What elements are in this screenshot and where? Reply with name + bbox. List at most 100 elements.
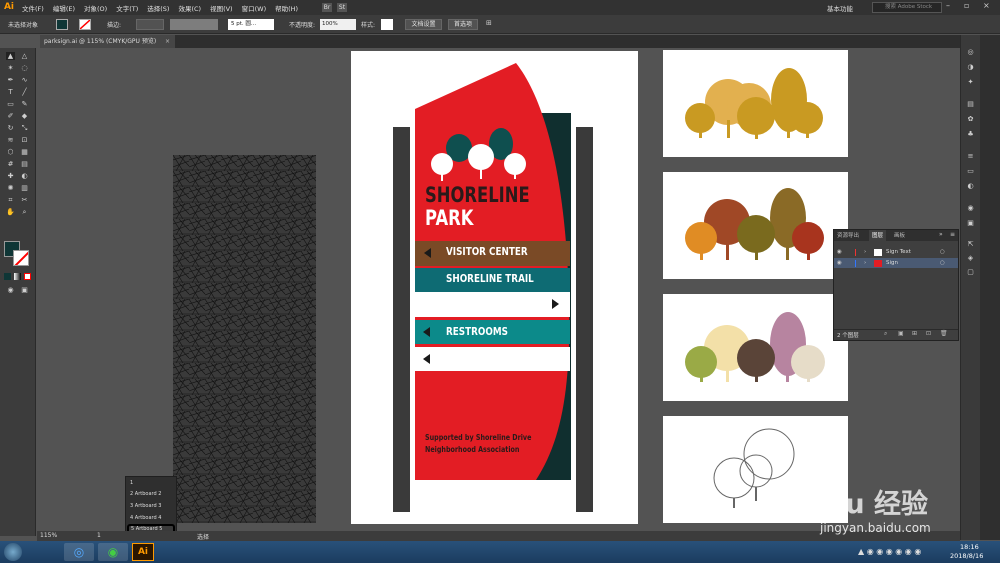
brushes-icon[interactable]: ✿ [965, 116, 976, 123]
eyedropper-icon[interactable]: ✚ [6, 172, 15, 180]
selection-tool-icon[interactable]: ▲ [6, 52, 15, 60]
eraser-icon[interactable]: ◆ [20, 112, 29, 120]
gradient-mode-icon[interactable] [14, 273, 21, 280]
stock-search-input[interactable]: 搜索 Adobe Stock [872, 2, 942, 13]
menu-type[interactable]: 文字(T) [116, 3, 138, 13]
canvas[interactable]: SHORELINE PARK VISITOR CENTER SHORELINE … [37, 48, 960, 536]
slice-tool-icon[interactable]: ✂ [20, 196, 29, 204]
draw-mode-icon[interactable]: ◉ [6, 286, 15, 294]
illustrator-taskbar-icon[interactable]: Ai [132, 543, 154, 561]
app-taskbar-icon[interactable]: ◉ [98, 543, 128, 561]
layer-name[interactable]: Sign [886, 258, 898, 268]
perspective-grid-icon[interactable]: ▦ [20, 148, 29, 156]
image-trace-icon[interactable]: ▤ [965, 101, 976, 108]
color-mode-icon[interactable] [4, 273, 11, 280]
libraries-icon[interactable]: ◎ [965, 49, 976, 56]
menu-view[interactable]: 视图(V) [210, 3, 233, 13]
symbols-icon[interactable]: ♣ [965, 131, 976, 138]
menu-object[interactable]: 对象(O) [84, 3, 107, 13]
expand-chevron-icon[interactable]: › [864, 258, 866, 268]
menu-effect[interactable]: 效果(C) [178, 3, 201, 13]
browser-taskbar-icon[interactable]: ◎ [64, 543, 94, 561]
tray-icons[interactable]: ▲ ◉ ◉ ◉ ◉ ◉ ◉ [858, 547, 921, 556]
gradient-icon[interactable]: ▭ [965, 168, 976, 175]
close-icon[interactable]: × [983, 1, 990, 10]
rotate-tool-icon[interactable]: ↻ [6, 124, 15, 132]
expand-chevron-icon[interactable]: › [864, 247, 866, 257]
artboard-tool-icon[interactable]: ⌗ [6, 196, 15, 204]
layer-row-sign-text[interactable]: ◉ › Sign Text ○ [834, 247, 958, 257]
menu-window[interactable]: 窗口(W) [242, 3, 267, 13]
layer-row-sign[interactable]: ◉ › Sign ○ [834, 258, 958, 268]
gradient-tool-icon[interactable]: ▤ [20, 160, 29, 168]
tab-artboards[interactable]: 画板 [894, 231, 905, 239]
lasso-icon[interactable]: ◌ [20, 64, 29, 72]
rectangle-tool-icon[interactable]: ▭ [6, 100, 15, 108]
none-mode-icon[interactable] [24, 273, 31, 280]
menu-edit[interactable]: 编辑(E) [53, 3, 75, 13]
brush-definition-select[interactable]: 5 pt. 圆... [228, 19, 274, 30]
graphic-style-swatch[interactable] [381, 19, 393, 30]
artboard-trees-autumn[interactable] [663, 172, 848, 279]
curvature-tool-icon[interactable]: ∿ [20, 76, 29, 84]
stroke-icon[interactable]: ≡ [965, 153, 976, 160]
target-circle-icon[interactable]: ○ [940, 247, 945, 257]
arrange-icon[interactable]: ⊞ [486, 19, 492, 27]
workspace-switcher[interactable]: 基本功能 [827, 3, 853, 13]
artboard-option[interactable]: 3 Artboard 3 [130, 503, 161, 509]
transparency-icon[interactable]: ◐ [965, 183, 976, 190]
variable-width-profile[interactable] [170, 19, 218, 30]
stroke-weight-field[interactable] [136, 19, 164, 30]
tab-asset-export[interactable]: 资源导出 [837, 231, 859, 239]
paintbrush-icon[interactable]: ✎ [20, 100, 29, 108]
artboard-trees-pastel[interactable] [663, 294, 848, 401]
tab-layers[interactable]: 图层 [869, 230, 887, 241]
artboard-number[interactable]: 1 [97, 532, 101, 539]
layers-icon[interactable]: ◈ [965, 255, 976, 262]
shape-builder-icon[interactable]: ⬡ [6, 148, 15, 156]
panel-menu-icon[interactable]: ≡ [950, 231, 955, 238]
graph-tool-icon[interactable]: ▥ [20, 184, 29, 192]
delete-layer-icon[interactable]: 🗑 [940, 330, 948, 337]
artboard-trees-gold[interactable] [663, 50, 848, 157]
menu-file[interactable]: 文件(F) [22, 3, 44, 13]
free-transform-icon[interactable]: ⊡ [20, 136, 29, 144]
blend-tool-icon[interactable]: ◐ [20, 172, 29, 180]
maximize-icon[interactable]: ▫ [964, 1, 969, 10]
artboard-sign[interactable]: SHORELINE PARK VISITOR CENTER SHORELINE … [351, 51, 638, 524]
zoom-tool-icon[interactable]: ⌕ [20, 208, 29, 216]
visibility-eye-icon[interactable]: ◉ [837, 258, 842, 268]
menu-help[interactable]: 帮助(H) [275, 3, 298, 13]
stroke-swatch[interactable] [79, 19, 91, 30]
scale-tool-icon[interactable]: ⤡ [20, 124, 29, 132]
menu-select[interactable]: 选择(S) [147, 3, 169, 13]
symbol-sprayer-icon[interactable]: ✺ [6, 184, 15, 192]
screen-mode-icon[interactable]: ▣ [20, 286, 29, 294]
mesh-tool-icon[interactable]: # [6, 160, 15, 168]
target-circle-icon[interactable]: ○ [940, 258, 945, 268]
document-setup-button[interactable]: 文档设置 [405, 19, 442, 30]
bridge-button[interactable]: Br [322, 3, 332, 12]
new-sublayer-icon[interactable]: ⊞ [912, 330, 917, 337]
color-icon[interactable]: ◑ [965, 64, 976, 71]
minimize-icon[interactable]: – [946, 1, 950, 10]
panel-collapse-icon[interactable]: » [939, 231, 943, 238]
direct-selection-tool-icon[interactable]: △ [20, 52, 29, 60]
stroke-color-box[interactable] [13, 250, 29, 266]
appearance-icon[interactable]: ◉ [965, 205, 976, 212]
close-tab-icon[interactable]: × [165, 35, 170, 48]
artboard-option[interactable]: 1 [130, 480, 133, 486]
preferences-button[interactable]: 首选项 [448, 19, 478, 30]
visibility-eye-icon[interactable]: ◉ [837, 247, 842, 257]
shaper-tool-icon[interactable]: ✐ [6, 112, 15, 120]
clipping-mask-icon[interactable]: ▣ [898, 330, 904, 337]
new-layer-icon[interactable]: ⊡ [926, 330, 931, 337]
start-button-icon[interactable] [4, 543, 22, 561]
line-tool-icon[interactable]: ╱ [20, 88, 29, 96]
graphic-styles-icon[interactable]: ▣ [965, 220, 976, 227]
fill-swatch[interactable] [56, 19, 68, 30]
opacity-field[interactable]: 100% [320, 19, 356, 30]
color-guide-icon[interactable]: ✦ [965, 79, 976, 86]
layer-name[interactable]: Sign Text [886, 247, 911, 257]
asset-export-icon[interactable]: ⇱ [965, 241, 976, 248]
